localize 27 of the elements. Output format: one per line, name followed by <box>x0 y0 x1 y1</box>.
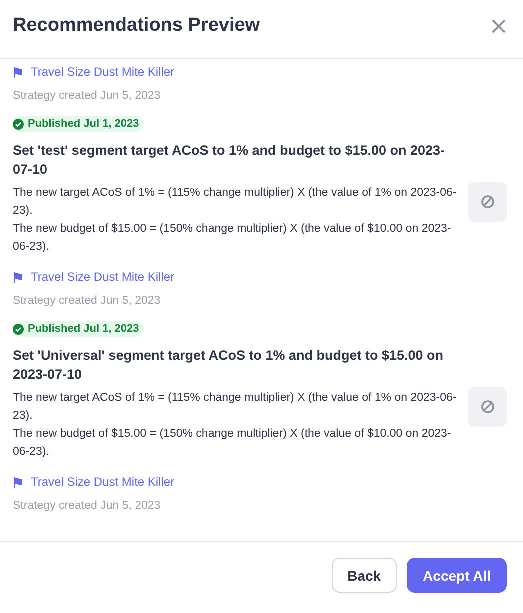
recommendation-description: The new target ACoS of 1% = (115% change multiplier) X (the value of 1% on 2023-06-23). <box>13 186 458 219</box>
strategy-created-text: Strategy created Jun 5, 2023 <box>13 500 162 512</box>
check-circle-icon <box>13 118 24 130</box>
back-button[interactable]: Back <box>332 558 398 593</box>
recommendation-description: The new target ACoS of 1% = (115% change multiplier) X (the value of 1% on 2023-06-23). <box>13 391 458 424</box>
strategy-created-text: Strategy created Jun 5, 2023 <box>13 90 162 102</box>
status-badge: Published Jul 1, 2023 <box>13 321 144 337</box>
ignore-button[interactable] <box>468 386 507 426</box>
accept-all-button[interactable]: Accept All <box>407 558 507 593</box>
recommendation-title: Set 'test' segment target ACoS to 1% and budget to $15.00 on 2023-07-10 <box>13 142 446 179</box>
recommendation-title: Set 'Universal' segment target ACoS to 1% and budget to $15.00 on 2023-07-10 <box>13 347 445 384</box>
dialog-title: Recommendations Preview <box>13 15 260 37</box>
ban-icon <box>480 400 494 414</box>
status-badge: Published Jul 1, 2023 <box>13 116 144 132</box>
close-button[interactable]: × <box>488 14 509 38</box>
product-link[interactable]: Travel Size Dust Mite Killer <box>13 65 175 79</box>
recommendation-description: The new budget of $15.00 = (150% change multiplier) X (the value of $10.00 on 2023-06-23). <box>13 222 452 255</box>
product-link[interactable]: Travel Size Dust Mite Killer <box>13 270 175 284</box>
check-circle-icon <box>13 324 24 334</box>
product-link[interactable]: Travel Size Dust Mite Killer <box>13 475 175 489</box>
ban-icon <box>480 194 494 208</box>
flag-icon <box>13 272 23 282</box>
flag-icon <box>13 476 23 488</box>
ignore-button[interactable] <box>468 182 507 222</box>
strategy-created-text: Strategy created Jun 5, 2023 <box>13 295 162 307</box>
flag-icon <box>13 66 23 78</box>
recommendation-description: The new budget of $15.00 = (150% change multiplier) X (the value of $10.00 on 2023-06-23). <box>13 427 452 460</box>
